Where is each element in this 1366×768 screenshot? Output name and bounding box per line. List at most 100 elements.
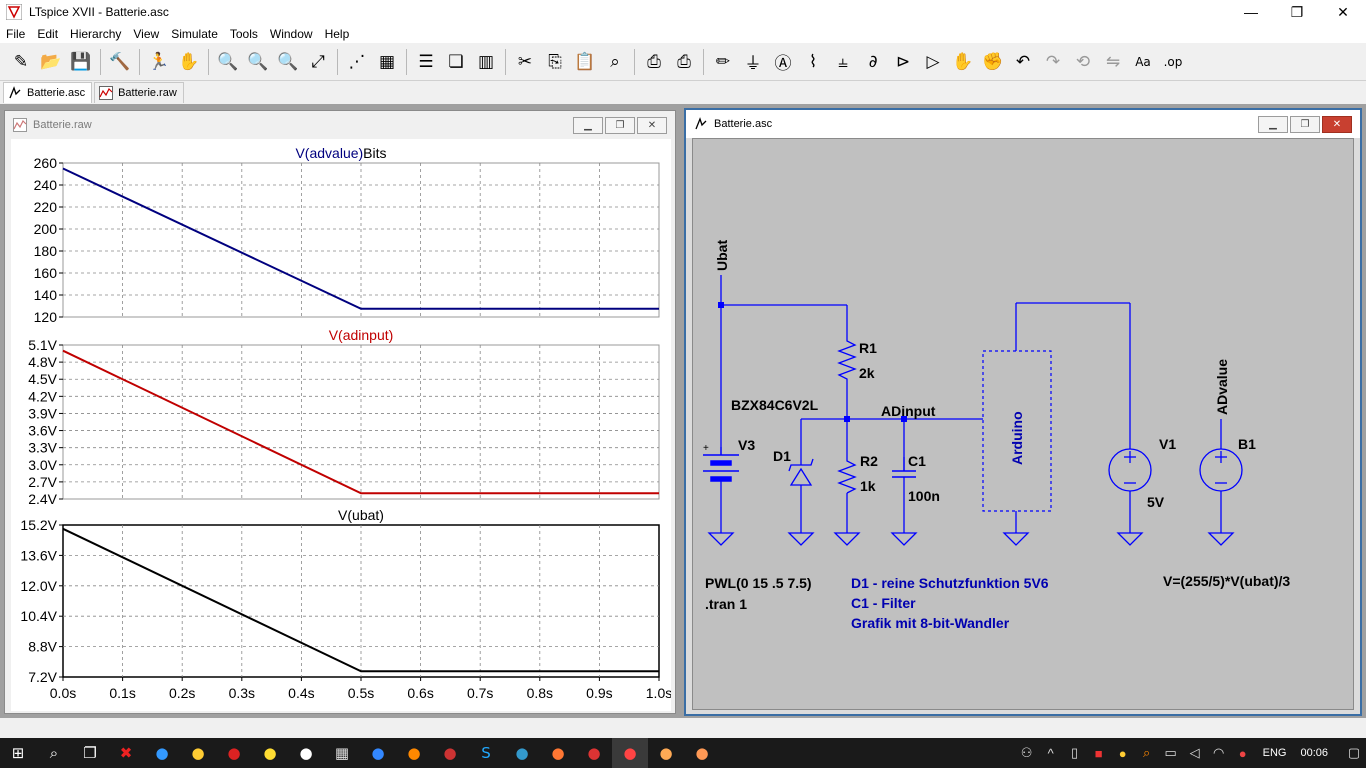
tray-search-icon[interactable]: ⌕ xyxy=(1135,738,1159,768)
resistor-r2[interactable] xyxy=(837,457,857,494)
plot-pane-1[interactable]: 260 240 220 200 180 160 140 120 V(advalue)Bits xyxy=(34,145,660,325)
app-gear-icon[interactable]: ● xyxy=(648,738,684,768)
search-icon[interactable]: ⌕ xyxy=(36,738,72,768)
app-shield-icon[interactable]: ● xyxy=(288,738,324,768)
trace-label[interactable]: V(ubat) xyxy=(338,507,384,523)
open-icon[interactable]: 📂 xyxy=(37,48,65,76)
browser-icon[interactable]: ● xyxy=(144,738,180,768)
rotate-icon[interactable]: ⟲ xyxy=(1069,48,1097,76)
resistor-icon[interactable]: ⌇ xyxy=(799,48,827,76)
waveform-minimize-button[interactable]: ▁ xyxy=(573,117,603,134)
clock[interactable]: 00:06 xyxy=(1300,747,1328,759)
tray-app-yellow-icon[interactable]: ● xyxy=(1111,738,1135,768)
zoom-pan-icon[interactable]: 🔍 xyxy=(244,48,272,76)
usb-icon[interactable]: ▯ xyxy=(1063,738,1087,768)
app-orange-search-icon[interactable]: ● xyxy=(396,738,432,768)
menu-tools[interactable]: Tools xyxy=(224,27,264,41)
schematic-minimize-button[interactable]: ▁ xyxy=(1258,116,1288,133)
tray-chrome-icon[interactable]: ● xyxy=(1231,738,1255,768)
menu-file[interactable]: File xyxy=(0,27,31,41)
chevron-up-icon[interactable]: ^ xyxy=(1039,738,1063,768)
trace-label[interactable]: V(advalue)Bits xyxy=(295,145,386,161)
halt-icon[interactable]: ✋ xyxy=(175,48,203,76)
plot-pane-2[interactable]: 5.1V4.8V4.5V4.2V3.9V 3.6V3.3V3.0V2.7V2.4V… xyxy=(28,327,660,507)
language-indicator[interactable]: ENG xyxy=(1263,747,1287,759)
move-icon[interactable]: ✋ xyxy=(949,48,977,76)
menu-edit[interactable]: Edit xyxy=(31,27,64,41)
tray-app-red-icon[interactable]: ■ xyxy=(1087,738,1111,768)
calculator-icon[interactable]: ▦ xyxy=(324,738,360,768)
zoom-out-icon[interactable]: 🔍 xyxy=(274,48,302,76)
app-yellow-icon[interactable]: ● xyxy=(252,738,288,768)
tile-vertical-icon[interactable]: ▥ xyxy=(472,48,500,76)
zoom-fit-icon[interactable]: ⤢ xyxy=(304,48,332,76)
minimize-button[interactable]: — xyxy=(1228,0,1274,24)
volume-icon[interactable]: ◁ xyxy=(1183,738,1207,768)
skype-icon[interactable]: S xyxy=(468,738,504,768)
app-orange-icon[interactable]: ● xyxy=(684,738,720,768)
label-net-icon[interactable]: Ⓐ xyxy=(769,48,797,76)
schematic-close-button[interactable]: ✕ xyxy=(1322,116,1352,133)
tab-batterie-asc[interactable]: Batterie.asc xyxy=(3,82,93,103)
ground-icon[interactable]: ⏚ xyxy=(739,48,767,76)
firefox-icon[interactable]: ● xyxy=(540,738,576,768)
mirror-icon[interactable]: ⇋ xyxy=(1099,48,1127,76)
zoom-in-icon[interactable]: 🔍 xyxy=(214,48,242,76)
autorange-icon[interactable]: ⋰ xyxy=(343,48,371,76)
inductor-icon[interactable]: ∂ xyxy=(859,48,887,76)
trace-name[interactable]: V(ubat) xyxy=(338,507,384,523)
tab-batterie-raw[interactable]: Batterie.raw xyxy=(94,82,184,103)
waveform-close-button[interactable]: ✕ xyxy=(637,117,667,134)
menu-simulate[interactable]: Simulate xyxy=(165,27,224,41)
app-red-icon[interactable]: ● xyxy=(216,738,252,768)
cascade-icon[interactable]: ❏ xyxy=(442,48,470,76)
redo-icon[interactable]: ↷ xyxy=(1039,48,1067,76)
notification-icon[interactable]: ▢ xyxy=(1342,738,1366,768)
ltspice-icon[interactable]: ● xyxy=(612,738,648,768)
waveform-plots[interactable]: 260 240 220 200 180 160 140 120 V(advalue)Bits 5.… xyxy=(11,139,672,711)
tran-directive[interactable]: .tran 1 xyxy=(705,596,747,612)
plot-pane-3[interactable]: 15.2V 13.6V 12.0V 10.4V 8.8V 7.2V V(ubat) xyxy=(20,507,660,685)
waveform-restore-button[interactable]: ❐ xyxy=(605,117,635,134)
trace-label[interactable]: V(adinput) xyxy=(329,327,394,343)
comment-line-1[interactable]: D1 - reine Schutzfunktion 5V6 xyxy=(851,575,1049,591)
run-icon[interactable]: 🏃 xyxy=(145,48,173,76)
close-button[interactable]: ✕ xyxy=(1320,0,1366,24)
b1-expression[interactable]: V=(255/5)*V(ubat)/3 xyxy=(1163,573,1290,589)
diode-icon[interactable]: ⊳ xyxy=(889,48,917,76)
new-schematic-icon[interactable]: ✎ xyxy=(7,48,35,76)
app-red-2-icon[interactable]: ● xyxy=(432,738,468,768)
resistor-r1[interactable] xyxy=(837,335,857,381)
app-blue-icon[interactable]: ● xyxy=(360,738,396,768)
behavioral-source-b1[interactable] xyxy=(1199,448,1243,492)
trace-name[interactable]: V(advalue) xyxy=(295,145,363,161)
maximize-button[interactable]: ❐ xyxy=(1274,0,1320,24)
wifi-icon[interactable]: ◠ xyxy=(1207,738,1231,768)
tile-horizontal-icon[interactable]: ☰ xyxy=(412,48,440,76)
print-preview-icon[interactable]: ⎙ xyxy=(670,48,698,76)
app-edge-icon[interactable]: ● xyxy=(504,738,540,768)
cut-icon[interactable]: ✂ xyxy=(511,48,539,76)
pwl-directive[interactable]: PWL(0 15 .5 7.5) xyxy=(705,575,812,591)
comment-line-3[interactable]: Grafik mit 8-bit-Wandler xyxy=(851,615,1010,631)
find-icon[interactable]: ⌕ xyxy=(601,48,629,76)
control-panel-icon[interactable]: 🔨 xyxy=(106,48,134,76)
text-icon[interactable]: Aa xyxy=(1129,48,1157,76)
save-icon[interactable]: 💾 xyxy=(67,48,95,76)
undo-icon[interactable]: ↶ xyxy=(1009,48,1037,76)
draw-wire-icon[interactable]: ✏ xyxy=(709,48,737,76)
trace-name[interactable]: V(adinput) xyxy=(329,327,394,343)
menu-hierarchy[interactable]: Hierarchy xyxy=(64,27,127,41)
menu-view[interactable]: View xyxy=(127,27,165,41)
task-view-icon[interactable]: ❐ xyxy=(72,738,108,768)
schematic-restore-button[interactable]: ❐ xyxy=(1290,116,1320,133)
schematic-drawing[interactable]: + Ubat R1 2k BZX84C6V2L ADinput V3 D1 R2… xyxy=(693,139,1355,711)
capacitor-icon[interactable]: ⫨ xyxy=(829,48,857,76)
component-icon[interactable]: ▷ xyxy=(919,48,947,76)
app-pdf-icon[interactable]: ● xyxy=(576,738,612,768)
file-explorer-icon[interactable]: ● xyxy=(180,738,216,768)
app-red-x-icon[interactable]: ✖ xyxy=(108,738,144,768)
print-icon[interactable]: ⎙ xyxy=(640,48,668,76)
people-icon[interactable]: ⚇ xyxy=(1015,738,1039,768)
drag-icon[interactable]: ✊ xyxy=(979,48,1007,76)
